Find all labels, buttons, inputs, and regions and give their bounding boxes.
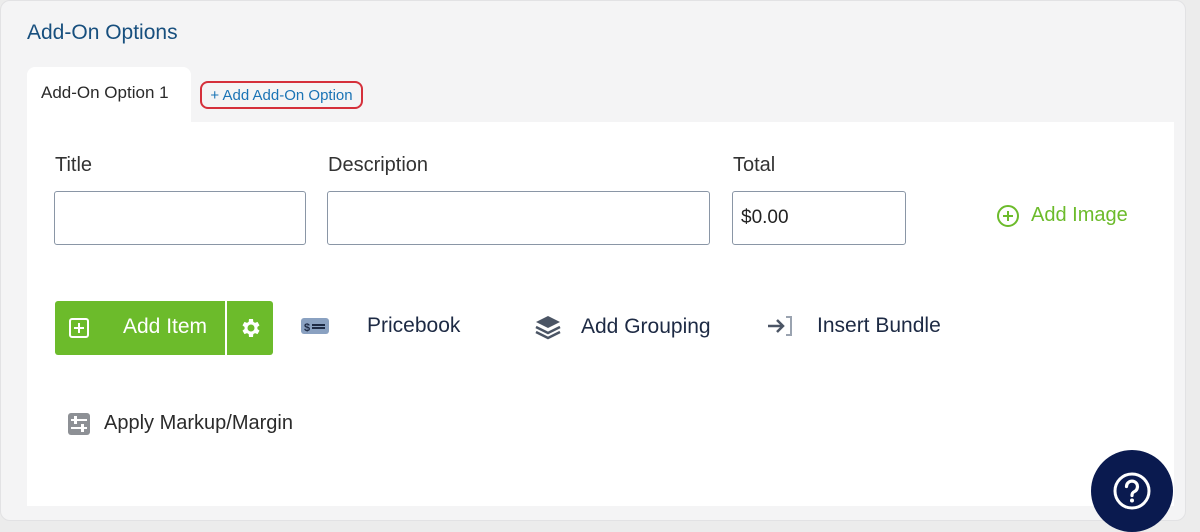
pricebook-label: Pricebook (367, 314, 461, 337)
description-label: Description (328, 154, 429, 176)
sign-in-arrow-icon (768, 316, 792, 336)
add-on-option-panel: Title Description Total Add Image Add It… (27, 122, 1174, 506)
price-tag-icon: $ (301, 318, 329, 334)
add-add-on-option-link[interactable]: + Add Add-On Option (200, 81, 363, 109)
section-title: Add-On Options (27, 21, 178, 44)
add-grouping-button[interactable]: Add Grouping (535, 314, 711, 340)
total-label: Total (733, 154, 776, 176)
add-grouping-label: Add Grouping (581, 315, 711, 338)
item-settings-button[interactable] (226, 301, 273, 355)
title-input[interactable] (54, 191, 306, 245)
help-button[interactable] (1091, 450, 1173, 532)
add-item-button[interactable]: Add Item (55, 301, 225, 355)
total-input[interactable] (732, 191, 906, 245)
title-label: Title (55, 154, 93, 176)
add-image-button[interactable]: Add Image (997, 204, 1128, 227)
insert-bundle-button[interactable]: Insert Bundle (767, 314, 941, 338)
square-plus-icon (69, 318, 89, 338)
question-icon (1113, 472, 1151, 510)
add-item-label: Add Item (123, 315, 208, 338)
add-image-label: Add Image (1031, 204, 1128, 226)
pricebook-button[interactable]: $ Pricebook (301, 314, 460, 338)
layers-icon (535, 316, 561, 340)
apply-markup-margin-button[interactable]: Apply Markup/Margin (68, 412, 293, 435)
sliders-icon (68, 412, 90, 435)
apply-markup-margin-label: Apply Markup/Margin (104, 412, 293, 434)
tab-label: Add-On Option 1 (41, 83, 169, 102)
gear-icon (242, 319, 260, 337)
circle-plus-icon (997, 204, 1019, 227)
insert-bundle-label: Insert Bundle (817, 314, 941, 337)
svg-text:$: $ (304, 322, 310, 334)
description-input[interactable] (327, 191, 710, 245)
add-on-options-card: Add-On Options Add-On Option 1 + Add Add… (0, 0, 1186, 521)
tab-add-on-option-1[interactable]: Add-On Option 1 (27, 67, 191, 123)
